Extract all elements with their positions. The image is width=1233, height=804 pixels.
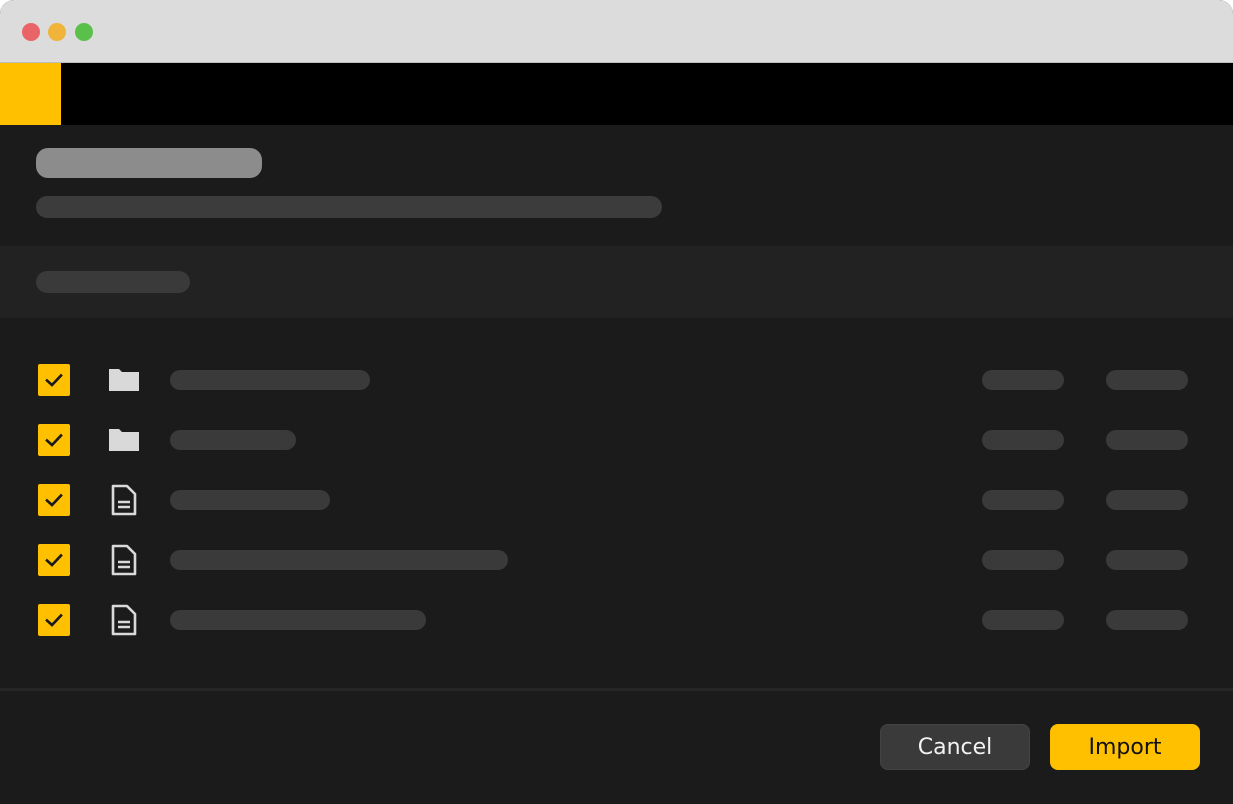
minimize-window-button[interactable] <box>48 23 66 41</box>
checkmark-icon <box>45 433 63 447</box>
import-item-list <box>0 318 1233 688</box>
item-name-placeholder <box>170 430 296 450</box>
item-checkbox[interactable] <box>38 604 70 636</box>
item-checkbox[interactable] <box>38 484 70 516</box>
item-date-placeholder <box>1106 490 1188 510</box>
list-item[interactable] <box>0 469 1233 529</box>
list-item[interactable] <box>0 409 1233 469</box>
cancel-button[interactable]: Cancel <box>880 724 1030 770</box>
item-size-placeholder <box>982 550 1064 570</box>
app-header-bar <box>0 63 1233 125</box>
item-size-placeholder <box>982 610 1064 630</box>
item-checkbox[interactable] <box>38 424 70 456</box>
dialog-subtitle-placeholder <box>36 196 662 218</box>
checkmark-icon <box>45 553 63 567</box>
document-icon <box>108 604 140 636</box>
item-name-placeholder <box>170 490 330 510</box>
section-label-placeholder <box>36 271 190 293</box>
item-name-placeholder <box>170 610 426 630</box>
item-size-placeholder <box>982 370 1064 390</box>
checkmark-icon <box>45 493 63 507</box>
section-header <box>0 246 1233 318</box>
title-bar <box>0 0 1233 63</box>
document-icon <box>108 544 140 576</box>
item-checkbox[interactable] <box>38 544 70 576</box>
item-checkbox[interactable] <box>38 364 70 396</box>
import-button[interactable]: Import <box>1050 724 1200 770</box>
item-name-placeholder <box>170 550 508 570</box>
document-icon <box>108 484 140 516</box>
dialog-header <box>0 125 1233 246</box>
item-name-placeholder <box>170 370 370 390</box>
close-window-button[interactable] <box>22 23 40 41</box>
item-date-placeholder <box>1106 550 1188 570</box>
dialog-title-placeholder <box>36 148 262 178</box>
app-window: Cancel Import <box>0 0 1233 804</box>
item-date-placeholder <box>1106 370 1188 390</box>
list-item[interactable] <box>0 349 1233 409</box>
item-date-placeholder <box>1106 610 1188 630</box>
folder-icon <box>108 364 140 396</box>
zoom-window-button[interactable] <box>75 23 93 41</box>
app-logo[interactable] <box>0 63 61 125</box>
item-date-placeholder <box>1106 430 1188 450</box>
list-item[interactable] <box>0 589 1233 649</box>
item-size-placeholder <box>982 490 1064 510</box>
folder-icon <box>108 424 140 456</box>
list-item[interactable] <box>0 529 1233 589</box>
item-size-placeholder <box>982 430 1064 450</box>
dialog-footer: Cancel Import <box>0 691 1233 804</box>
checkmark-icon <box>45 373 63 387</box>
checkmark-icon <box>45 613 63 627</box>
